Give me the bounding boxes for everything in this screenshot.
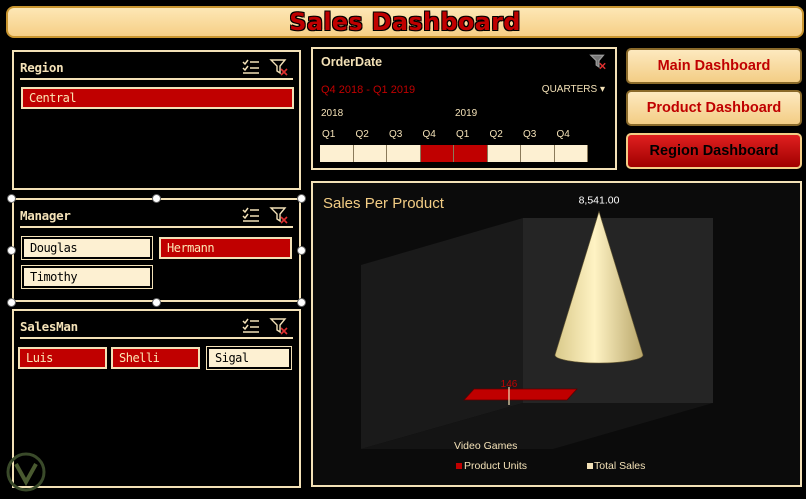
year-label: 2018 (321, 108, 344, 119)
bar-product-units (463, 388, 578, 401)
region-slicer: Region Central (12, 50, 301, 190)
slicer-header: Manager (20, 204, 293, 228)
chart-plot: 8,541.00 146 (361, 195, 713, 449)
timeline-title: OrderDate (321, 55, 383, 69)
timeline-period-5[interactable] (454, 145, 488, 162)
quarter-label: Q1 (322, 129, 336, 140)
slicer-item-luis[interactable]: Luis (18, 347, 107, 369)
slicer-title: SalesMan (20, 319, 78, 334)
quarter-label: Q3 (523, 129, 537, 140)
resize-handle[interactable] (297, 194, 306, 203)
order-date-timeline: OrderDate Q4 2018 - Q1 2019 QUARTERS ▾ 2… (311, 47, 617, 170)
title-bar: Sales Dashboard (6, 6, 804, 38)
resize-handle[interactable] (152, 194, 161, 203)
quarter-label: Q3 (389, 129, 403, 140)
timeline-range-label: Q4 2018 - Q1 2019 (321, 84, 416, 96)
time-level-dropdown[interactable]: QUARTERS ▾ (542, 84, 605, 95)
data-label-total-sales: 8,541.00 (579, 195, 620, 207)
timeline-period-6[interactable] (487, 145, 521, 162)
data-label-product-units: 146 (501, 379, 518, 390)
resize-handle[interactable] (7, 298, 16, 307)
salesman-slicer: SalesMan Luis Shelli Sigal (12, 309, 301, 488)
timeline-period-3[interactable] (387, 145, 421, 162)
slicer-item-timothy[interactable]: Timothy (21, 265, 153, 289)
multi-select-icon[interactable] (241, 317, 261, 335)
clear-filter-icon[interactable] (269, 58, 289, 76)
manager-slicer: Manager Douglas Hermann Timothy (12, 198, 301, 302)
timeline-period-1[interactable] (320, 145, 354, 162)
resize-handle[interactable] (7, 246, 16, 255)
quarter-label: Q4 (556, 129, 570, 140)
quarter-label: Q4 (422, 129, 436, 140)
slicer-item-douglas[interactable]: Douglas (21, 236, 153, 260)
timeline-period-4[interactable] (420, 145, 454, 162)
year-label: 2019 (455, 108, 478, 119)
multi-select-icon[interactable] (241, 206, 261, 224)
slicer-item-sigal[interactable]: Sigal (206, 346, 292, 370)
legend-swatch-total-sales (587, 463, 593, 469)
clear-filter-icon[interactable] (269, 206, 289, 224)
slicer-item-central[interactable]: Central (21, 87, 294, 109)
timeline-period-2[interactable] (353, 145, 387, 162)
legend-product-units: Product Units (464, 460, 528, 472)
clear-filter-icon[interactable] (269, 317, 289, 335)
time-level-label: QUARTERS (541, 84, 598, 95)
resize-handle[interactable] (297, 246, 306, 255)
legend-swatch-product-units (456, 463, 462, 469)
timeline-period-8[interactable] (554, 145, 588, 162)
product-dashboard-button[interactable]: Product Dashboard (626, 90, 802, 126)
quarter-label: Q1 (456, 129, 470, 140)
resize-handle[interactable] (297, 298, 306, 307)
slicer-item-shelli[interactable]: Shelli (111, 347, 200, 369)
legend-total-sales: Total Sales (594, 460, 646, 472)
slicer-item-hermann[interactable]: Hermann (159, 237, 292, 259)
watermark-logo (6, 452, 46, 492)
timeline-period-7[interactable] (521, 145, 555, 162)
sales-per-product-chart[interactable]: Sales Per Product 8,541.00 146 Video Game… (311, 181, 802, 487)
page-title: Sales Dashboard (289, 8, 521, 36)
multi-select-icon[interactable] (241, 58, 261, 76)
resize-handle[interactable] (152, 298, 161, 307)
resize-handle[interactable] (7, 194, 16, 203)
slicer-header: SalesMan (20, 315, 293, 339)
quarter-label: Q2 (489, 129, 503, 140)
category-label: Video Games (454, 440, 518, 452)
slicer-title: Manager (20, 208, 71, 223)
slicer-header: Region (20, 56, 293, 80)
quarter-label: Q2 (355, 129, 369, 140)
region-dashboard-button[interactable]: Region Dashboard (626, 133, 802, 169)
main-dashboard-button[interactable]: Main Dashboard (626, 48, 802, 84)
clear-filter-icon[interactable] (589, 53, 607, 70)
slicer-title: Region (20, 60, 64, 75)
chevron-down-icon: ▾ (599, 84, 605, 95)
